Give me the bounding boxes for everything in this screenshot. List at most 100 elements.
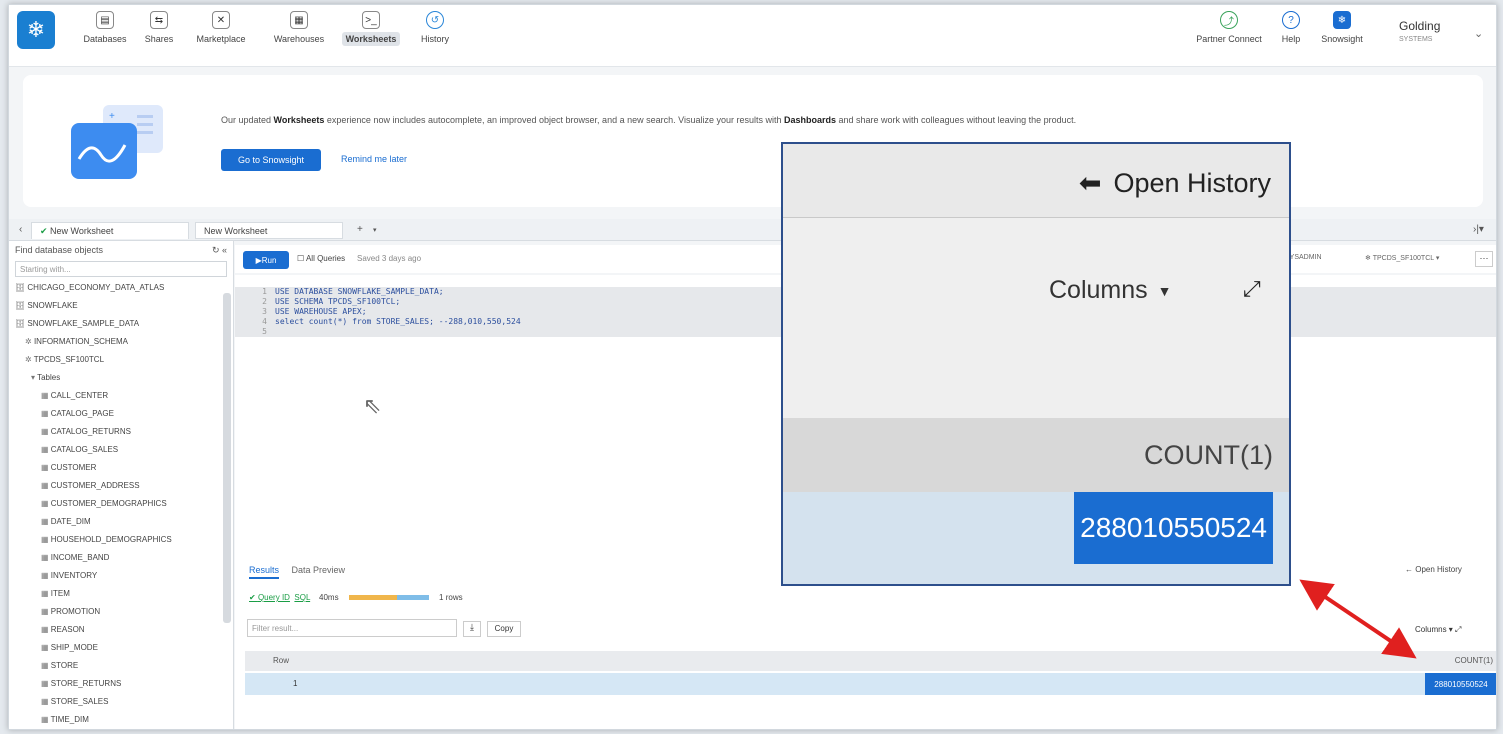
table-icon: ▦ [41,427,51,436]
tree-item-label: HOUSEHOLD_DEMOGRAPHICS [50,535,172,544]
nav-warehouses[interactable]: ▦ Warehouses [267,11,331,44]
tree-item[interactable]: ▦ ITEM [9,585,233,603]
count-cell[interactable]: 288010550524 [1425,673,1496,695]
object-browser-title: Find database objects [15,245,104,255]
database-context[interactable]: ❄ TPCDS_SF100TCL ▾ [1365,254,1439,262]
expand-icon[interactable]: ⤢ [1243,276,1261,302]
tree-item[interactable]: ▦ HOUSEHOLD_DEMOGRAPHICS [9,531,233,549]
nav-help[interactable]: ? Help [1271,11,1311,44]
tree-item[interactable]: ▦ STORE_SALES [9,693,233,711]
header-count[interactable]: COUNT(1) [1455,656,1493,665]
table-icon: ▦ [41,643,51,652]
columns-label: Columns [1415,625,1447,634]
check-icon: ✔ [40,226,51,236]
nav-shares[interactable]: ⇆ Shares [127,11,191,44]
user-menu[interactable]: Golding SYSTEMS [1399,19,1440,43]
tree-item-label: INVENTORY [50,571,98,580]
tree-item[interactable]: ▦ DATE_DIM [9,513,233,531]
filter-result-input[interactable]: Filter result... [247,619,457,637]
tree-item[interactable]: 🗄 SNOWFLAKE [9,297,233,315]
table-row[interactable]: 1 288010550524 [245,673,1496,695]
tree-item[interactable]: ▦ CATALOG_RETURNS [9,423,233,441]
arrow-left-icon: ⬅ [1078,168,1102,198]
tab-scroll-icon[interactable]: ›|▾ [1473,224,1484,235]
tree-item[interactable]: ▦ CUSTOMER_ADDRESS [9,477,233,495]
results-tabs: Results Data Preview [249,565,355,579]
duration-bar [348,595,429,601]
run-button[interactable]: ▶ Run [243,251,289,269]
zoom-columns-dropdown[interactable]: Columns ▼ [1049,276,1172,305]
table-icon: ▦ [41,391,51,400]
go-to-snowsight-button[interactable]: Go to Snowsight [221,149,321,171]
sql-link[interactable]: SQL [294,593,310,602]
columns-dropdown[interactable]: Columns ▾ ⤢ [1415,625,1461,635]
table-icon: ▦ [41,409,51,418]
zoom-open-history[interactable]: ⬅ Open History [1079,168,1271,199]
database-context-label: TPCDS_SF100TCL [1372,255,1434,262]
tree-item[interactable]: ▦ INCOME_BAND [9,549,233,567]
tree-item[interactable]: ▦ PROMOTION [9,603,233,621]
tab-menu-icon[interactable]: ▾ [373,226,377,234]
tree-item[interactable]: ▦ CATALOG_SALES [9,441,233,459]
saved-status: Saved 3 days ago [357,254,422,263]
line-number: 3 [262,307,267,316]
add-tab-icon[interactable]: + [357,224,363,235]
tree-item[interactable]: ▦ INVENTORY [9,567,233,585]
run-label: Run [261,255,277,265]
tab-results[interactable]: Results [249,565,280,579]
duration: 40ms [319,593,339,602]
tree-item-label: STORE [50,661,79,670]
more-options-icon[interactable]: ··· [1475,251,1493,267]
table-icon: ▦ [41,625,51,634]
snowflake-logo-icon[interactable]: ❄ [17,11,55,49]
table-icon: ▦ [41,499,51,508]
database-icon: 🗄 [15,283,28,292]
zoom-header-row: COUNT(1) [783,418,1289,492]
remind-later-link[interactable]: Remind me later [341,154,407,164]
nav-label: Warehouses [273,34,325,44]
chevron-down-icon[interactable]: ⌄ [1474,27,1483,40]
tree-item[interactable]: ▦ STORE_RETURNS [9,675,233,693]
nav-label: Snowsight [1321,34,1363,44]
nav-label: History [420,34,449,44]
nav-worksheets[interactable]: >_ Worksheets [339,11,403,46]
tree-item[interactable]: ▾ Tables [9,369,233,387]
tree-item[interactable]: 🗄 CHICAGO_ECONOMY_DATA_ATLAS [9,279,233,297]
download-icon[interactable]: ⤓ [463,621,481,637]
tree-item-label: CUSTOMER_ADDRESS [50,481,140,490]
table-icon: ▦ [41,589,51,598]
nav-marketplace[interactable]: ✕ Marketplace [189,11,253,44]
tab-new-worksheet-1[interactable]: ✔ New Worksheet [31,222,189,239]
tree-item[interactable]: ▦ CUSTOMER_DEMOGRAPHICS [9,495,233,513]
tree-item[interactable]: ▦ REASON [9,621,233,639]
tree-item[interactable]: ▦ SHIP_MODE [9,639,233,657]
chevron-left-icon[interactable]: ‹ [19,224,22,235]
tree-item[interactable]: ✲ INFORMATION_SCHEMA [9,333,233,351]
tree-item[interactable]: ✲ TPCDS_SF100TCL [9,351,233,369]
tree-item[interactable]: ▦ STORE [9,657,233,675]
copy-button[interactable]: Copy [487,621,521,637]
table-icon: ▦ [41,571,51,580]
tree-item[interactable]: ▦ CUSTOMER [9,459,233,477]
scrollbar[interactable] [223,293,231,623]
tree-item[interactable]: ▦ TIME_DIM [9,711,233,729]
tab-data-preview[interactable]: Data Preview [292,565,346,575]
tree-item[interactable]: ▦ CALL_CENTER [9,387,233,405]
tree-item[interactable]: ▦ CATALOG_PAGE [9,405,233,423]
tree-item-label: CUSTOMER [50,463,97,472]
banner-text-bold: Worksheets [273,115,325,125]
database-icon: 🗄 [15,301,28,310]
tab-new-worksheet-2[interactable]: New Worksheet [195,222,343,239]
header-row: Row [273,656,290,665]
query-id-link[interactable]: ✔ Query ID [249,593,290,602]
open-history-button[interactable]: ← Open History [1405,565,1462,574]
worksheet-illustration-icon: + [71,105,163,179]
tree-item[interactable]: 🗄 SNOWFLAKE_SAMPLE_DATA [9,315,233,333]
nav-partner-connect[interactable]: ⤴ Partner Connect [1191,11,1267,44]
refresh-collapse-icon[interactable]: ↻ « [212,245,227,255]
tree-item-label: STORE_SALES [50,697,109,706]
nav-snowsight[interactable]: ❄ Snowsight [1315,11,1369,44]
all-queries-checkbox[interactable]: ☐ All Queries [297,254,345,263]
object-search-input[interactable]: Starting with... [15,261,227,277]
nav-history[interactable]: ↺ History [403,11,467,44]
